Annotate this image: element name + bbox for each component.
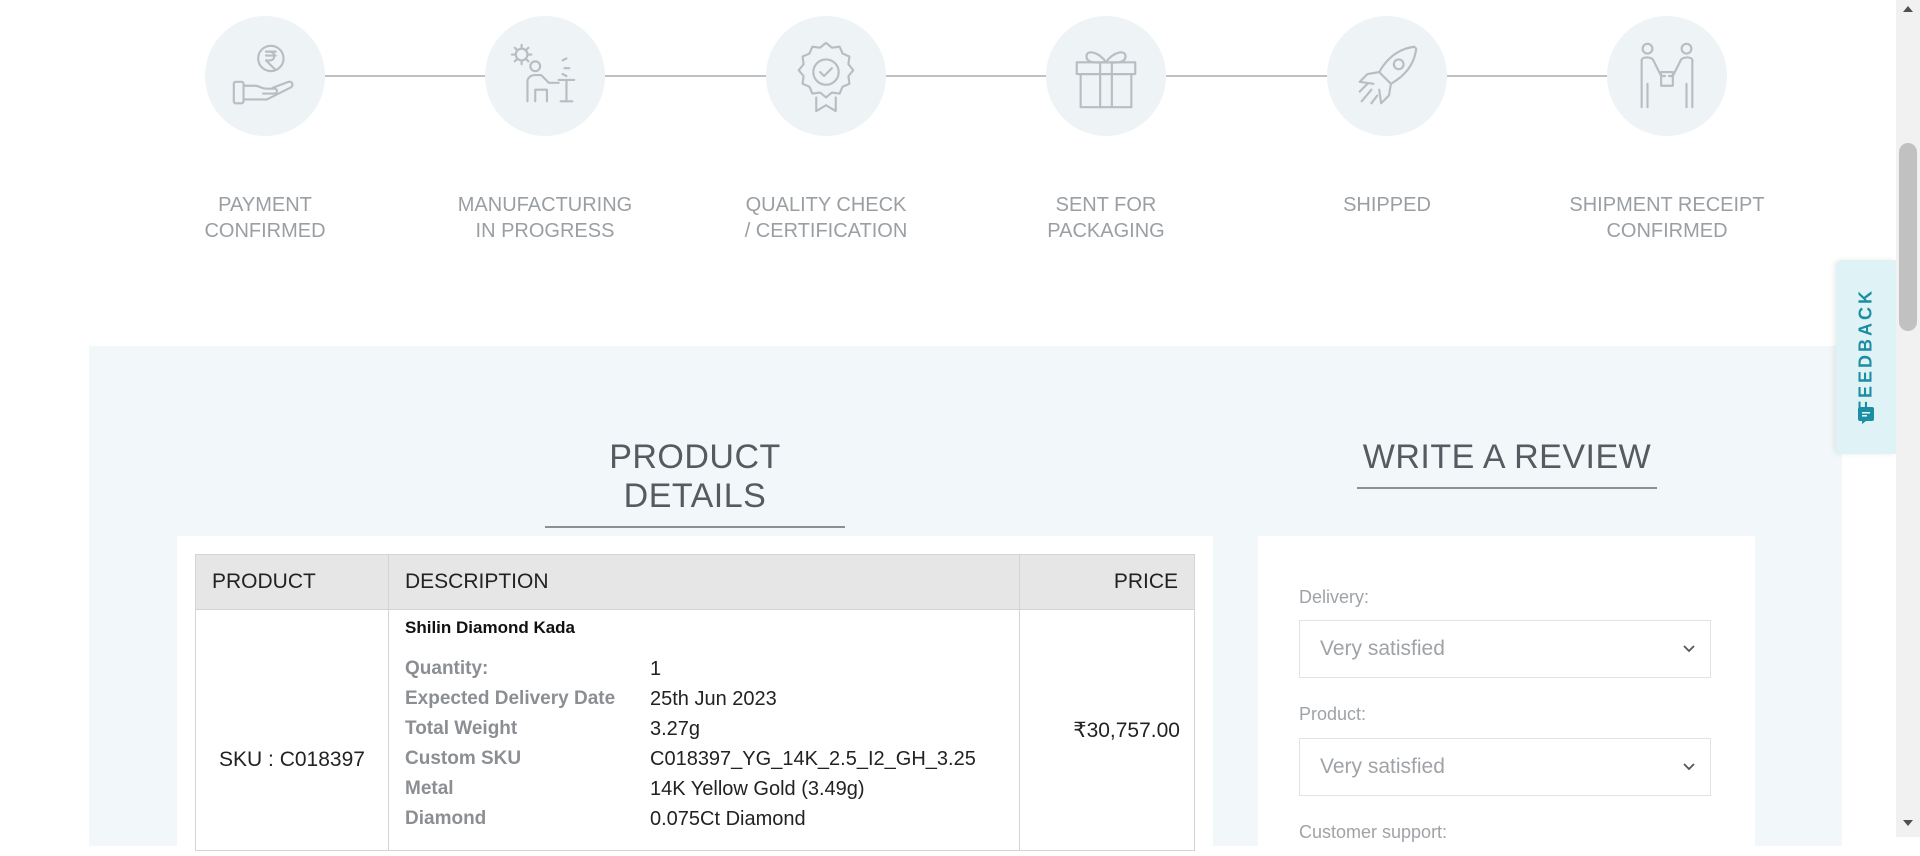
gift-box-icon bbox=[1075, 51, 1137, 109]
attr-value: 0.075Ct Diamond bbox=[650, 807, 806, 830]
attr-key: Diamond bbox=[405, 808, 487, 829]
step-label: MANUFACTURING IN PROGRESS bbox=[457, 194, 633, 242]
scroll-up-arrow-icon[interactable] bbox=[1902, 4, 1914, 14]
step-circle bbox=[205, 16, 325, 136]
tracker-step-manufacturing: MANUFACTURING IN PROGRESS bbox=[425, 0, 665, 244]
step-circle bbox=[1046, 16, 1166, 136]
product-select-value: Very satisfied bbox=[1320, 755, 1445, 778]
write-review-title: WRITE A REVIEW bbox=[1357, 438, 1657, 489]
step-circle bbox=[766, 16, 886, 136]
attr-key: Expected Delivery Date bbox=[405, 688, 616, 709]
step-label: SENT FOR PACKAGING bbox=[1047, 194, 1165, 242]
customer-support-label: Customer support: bbox=[1299, 822, 1448, 842]
step-label: SHIPMENT RECEIPT CONFIRMED bbox=[1569, 194, 1765, 242]
header-price: PRICE bbox=[1019, 554, 1195, 610]
attr-metal: Metal 14K Yellow Gold (3.49g) bbox=[405, 774, 1003, 804]
sku-text: SKU : C018397 bbox=[219, 748, 365, 771]
attr-delivery-date: Expected Delivery Date 25th Jun 2023 bbox=[405, 684, 1003, 714]
price-cell: ₹30,757.00 bbox=[1019, 609, 1195, 851]
attr-custom-sku: Custom SKU C018397_YG_14K_2.5_I2_GH_3.25 bbox=[405, 744, 1003, 774]
payment-hand-rupee-icon bbox=[232, 44, 294, 105]
attr-diamond: Diamond 0.075Ct Diamond bbox=[405, 804, 1003, 834]
feedback-label: FEEDBACK bbox=[1855, 287, 1876, 413]
product-select[interactable]: Very satisfied bbox=[1299, 738, 1711, 796]
product-name: Shilin Diamond Kada bbox=[405, 618, 576, 637]
step-label: QUALITY CHECK / CERTIFICATION bbox=[744, 194, 908, 242]
review-card bbox=[1258, 536, 1755, 856]
delivery-label: Delivery: bbox=[1299, 587, 1370, 607]
scroll-down-arrow-icon[interactable] bbox=[1902, 818, 1914, 828]
feedback-comment-icon bbox=[1858, 407, 1874, 424]
manufacturing-worker-icon bbox=[510, 43, 576, 103]
header-product: PRODUCT bbox=[195, 554, 389, 610]
tracker-step-shipped: SHIPPED bbox=[1267, 0, 1507, 218]
sku-cell: SKU : C018397 bbox=[195, 609, 389, 851]
table-header-row: PRODUCT DESCRIPTION PRICE bbox=[195, 554, 1195, 610]
delivery-select[interactable]: Very satisfied bbox=[1299, 620, 1711, 678]
description-cell: Shilin Diamond Kada Quantity: 1 Expected… bbox=[388, 609, 1020, 851]
step-label: PAYMENT CONFIRMED bbox=[204, 194, 326, 242]
product-label: Product: bbox=[1299, 704, 1367, 724]
feedback-tab[interactable]: FEEDBACK bbox=[1836, 260, 1896, 454]
step-circle bbox=[1327, 16, 1447, 136]
attr-value: 3.27g bbox=[650, 717, 701, 740]
price-text: ₹30,757.00 bbox=[1073, 718, 1180, 742]
attr-value: 25th Jun 2023 bbox=[650, 687, 777, 710]
attr-value: C018397_YG_14K_2.5_I2_GH_3.25 bbox=[650, 747, 976, 770]
step-circle bbox=[1607, 16, 1727, 136]
tracker-step-payment-confirmed: PAYMENT CONFIRMED bbox=[145, 0, 385, 244]
attr-quantity: Quantity: 1 bbox=[405, 654, 1003, 684]
chevron-down-icon bbox=[1683, 645, 1695, 653]
chevron-down-icon bbox=[1683, 763, 1695, 771]
attr-key: Custom SKU bbox=[405, 748, 522, 769]
product-details-title: PRODUCT DETAILS bbox=[545, 438, 845, 528]
header-description: DESCRIPTION bbox=[388, 554, 1020, 610]
step-circle bbox=[485, 16, 605, 136]
rocket-icon bbox=[1358, 45, 1418, 105]
order-tracker: PAYMENT CONFIRMED MANUFACTURING IN PROGR… bbox=[0, 0, 1880, 260]
attr-total-weight: Total Weight 3.27g bbox=[405, 714, 1003, 744]
product-table: PRODUCT DESCRIPTION PRICE SKU : C018397 … bbox=[195, 554, 1195, 851]
attr-key: Metal bbox=[405, 778, 454, 799]
step-label: SHIPPED bbox=[1343, 194, 1431, 216]
certificate-badge-icon bbox=[797, 41, 855, 113]
delivery-select-value: Very satisfied bbox=[1320, 637, 1445, 660]
attr-key: Quantity: bbox=[405, 658, 489, 679]
table-row: SKU : C018397 Shilin Diamond Kada Quanti… bbox=[195, 609, 1195, 851]
attr-value: 1 bbox=[650, 657, 662, 680]
scrollbar-thumb[interactable] bbox=[1899, 143, 1917, 331]
attr-value: 14K Yellow Gold (3.49g) bbox=[650, 777, 865, 800]
tracker-step-quality-check: QUALITY CHECK / CERTIFICATION bbox=[706, 0, 946, 244]
tracker-step-packaging: SENT FOR PACKAGING bbox=[986, 0, 1226, 244]
tracker-step-receipt-confirmed: SHIPMENT RECEIPT CONFIRMED bbox=[1547, 0, 1787, 244]
page-scrollbar[interactable] bbox=[1896, 0, 1920, 837]
attr-key: Total Weight bbox=[405, 718, 518, 739]
handover-people-icon bbox=[1640, 42, 1694, 109]
